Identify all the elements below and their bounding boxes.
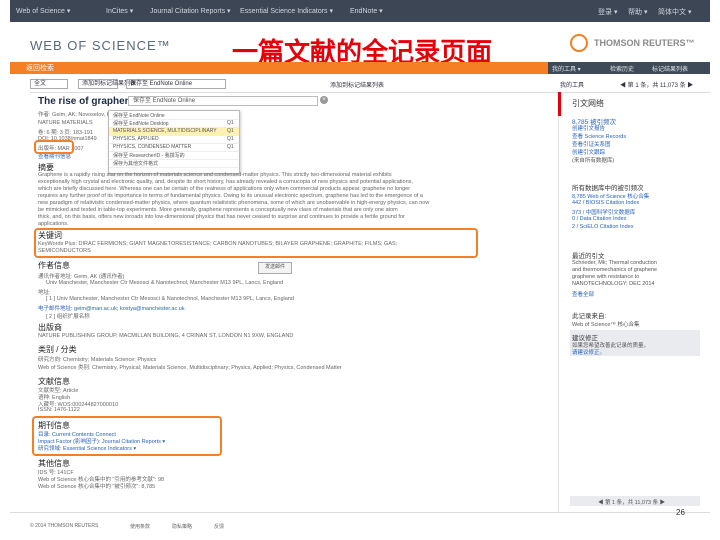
dropdown-option[interactable]: 保存为其他文件格式 [109,159,239,168]
sidebar-pager[interactable]: ◀ 第 1 条，共 11,073 条 ▶ [598,498,665,506]
footer-link-terms[interactable]: 使用条款 [130,523,150,530]
footer-link-feedback[interactable]: 反馈 [214,523,224,530]
recent-citations-heading: 最近的引文 [572,253,605,260]
my-tools-menu[interactable]: 我的工具 ▾ [552,64,581,73]
search-history-link[interactable]: 检索历史 [610,64,634,73]
highlight-box-journal-info [34,140,74,154]
citation-network-title: 引文网络 [572,99,604,108]
author-line: [ 1 ] Univ Manchester, Manchester Ctr Me… [46,296,294,302]
thomson-reuters-logo-icon [570,34,588,52]
top-bar: Web of Science ▾ InCites ▾ Journal Citat… [10,0,710,22]
topbar-login[interactable]: 登录 ▾ [598,7,617,17]
science-records-link[interactable]: 查看 Science Records [572,132,626,140]
thomson-reuters-logo: THOMSON REUTERS™ [570,34,700,56]
topbar-help[interactable]: 帮助 ▾ [628,7,647,17]
topbar-language[interactable]: 简体中文 ▾ [658,7,691,17]
header: WEB OF SCIENCE™ 一篇文献的全记录页面 THOMSON REUTE… [10,22,710,68]
send-email-button[interactable]: 发送邮件 [258,262,292,274]
nav-bar: 返回检索 我的工具 ▾ 检索历史 标记结果列表 [10,62,710,74]
topbar-link-esi[interactable]: Essential Science Indicators ▾ [240,7,333,15]
other-info-line: Web of Science 核心合集中的 "被引频次": 8,785 [38,484,156,490]
abstract-line: be mimicked and tested in table-top expe… [38,207,398,213]
abstract-line: thick, and, on this basis, offers new in… [38,214,405,220]
db-citation-line[interactable]: 0 / Data Citation Index [572,216,626,222]
record-toolbar: 全文 添加到标记结果列表 保存至 EndNote Online 添加到标记结果列… [30,78,710,93]
full-text-button[interactable]: 全文 [30,79,68,89]
author-info-heading: 作者信息 [38,261,70,270]
highlight-box-keywords [34,228,478,258]
marked-list-link[interactable]: 标记结果列表 [652,64,688,73]
publisher-heading: 出版商 [38,323,62,332]
record-source-heading: 此记录来自: [572,313,607,320]
db-citation-line[interactable]: 442 / BIOSIS Citation Index [572,200,639,206]
my-tools-link[interactable]: 我的工具 [560,80,584,89]
record-source-line: Web of Science™ 核心合集 [572,322,640,328]
citation-alert-link[interactable]: 创建引文跟踪 [572,148,605,156]
page-number: 26 [676,508,685,517]
recent-citation-line: NANOTECHNOLOGY; DEC 2014 [572,281,655,287]
author-email-link[interactable]: 电子邮件地址: geim@man.ac.uk; kostya@mancheste… [38,304,185,312]
db-citation-line[interactable]: 373 / 中国科学引文数据库 [572,208,635,216]
journal-line: 作者: Geim, AK; Novoselov, KS [38,112,115,118]
product-switcher[interactable]: Web of Science ▾ [16,7,70,15]
add-to-marked-list-link[interactable]: 添加到标记结果列表 [330,80,384,89]
author-line: 通讯作者地址: Geim, AK (通讯作者) [38,274,125,280]
abstract-line: which are briefly discussed here. Wherea… [38,186,411,192]
abstract-line: new paradigm of relativistic condensed-m… [38,200,430,206]
topbar-link-incites[interactable]: InCites ▾ [106,7,133,15]
wos-logo[interactable]: WEB OF SCIENCE™ [30,38,171,53]
footer-link-privacy[interactable]: 隐私策略 [172,523,192,530]
recent-citation-line: and thermomechanics of graphene [572,267,657,273]
brand-name: THOMSON REUTERS™ [594,38,695,48]
close-icon[interactable]: × [320,96,328,104]
nav-right-menu: 我的工具 ▾ 检索历史 标记结果列表 [548,62,710,74]
view-all-link[interactable]: 查看全部 [572,290,594,298]
citation-report-link[interactable]: 创建引文报告 [572,124,605,132]
footer: © 2014 THOMSON REUTERS 使用条款 隐私策略 反馈 [10,512,710,540]
highlight-box-journal-info-section [32,416,222,456]
back-to-search-link[interactable]: 返回检索 [26,63,54,73]
abstract-line: applications. [38,221,69,227]
publisher-line: NATURE PUBLISHING GROUP, MACMILLAN BUILD… [38,333,294,339]
recent-citation-line: graphene with resistance to [572,274,640,280]
record-pager[interactable]: ◀ 第 1 条，共 11,073 条 ▶ [620,80,693,89]
author-line: [ 2 ] 组织扩展名称 [46,314,90,320]
article-title: The rise of graphene [38,96,137,107]
db-citation-line[interactable]: 8,785 Web of Science 核心合集 [572,192,649,200]
journal-line: 卷: 6 期: 3 页: 183-191 [38,130,94,136]
author-line: Univ Manchester, Manchester Ctr Mesosci … [46,280,284,286]
copyright: © 2014 THOMSON REUTERS [30,523,99,529]
category-heading: 类别 / 分类 [38,345,77,354]
abstract-line: exceptionally high crystal and electroni… [38,179,413,185]
slide: Web of Science ▾ InCites ▾ Journal Citat… [10,0,710,540]
journal-line: NATURE MATERIALS [38,120,93,126]
citation-network-sidebar: 引文网络 8,785 被引频次 创建引文报告 查看 Science Record… [558,92,700,522]
doc-info-line: ISSN: 1476-1122 [38,407,80,413]
abstract-line: Graphene is a rapidly rising star on the… [38,172,392,178]
topbar-link-endnote[interactable]: EndNote ▾ [350,7,383,15]
save-to-endnote-box[interactable]: 保存至 EndNote Online [128,96,318,106]
db-citation-line[interactable]: 2 / SciELO Citation Index [572,224,633,230]
abstract-line: requires any further proof of its import… [38,193,423,199]
topbar-link-jcr[interactable]: Journal Citation Reports ▾ [150,7,231,15]
citation-map-link[interactable]: 查看引证关系图 [572,140,611,148]
suggest-correction-link[interactable]: 请建议修正。 [572,348,605,356]
category-line: 研究方向: Chemistry; Materials Science; Phys… [38,357,157,363]
save-options-dropdown: 保存至 EndNote Online 保存至 EndNote Desktop Q1… [108,110,240,174]
recent-citation-line: Schrieder, Mk; Thermal conduction [572,260,657,266]
add-to-marked-button[interactable]: 添加到标记结果列表 [78,79,136,89]
all-databases-note: (来自所有数据库) [572,158,615,164]
all-db-citations-heading: 所有数据库中的被引频次 [572,185,644,192]
category-line: Web of Science 类别: Chemistry, Physical; … [38,365,342,371]
save-to-select[interactable]: 保存至 EndNote Online [126,79,226,89]
author-line: 地址: [38,290,51,296]
